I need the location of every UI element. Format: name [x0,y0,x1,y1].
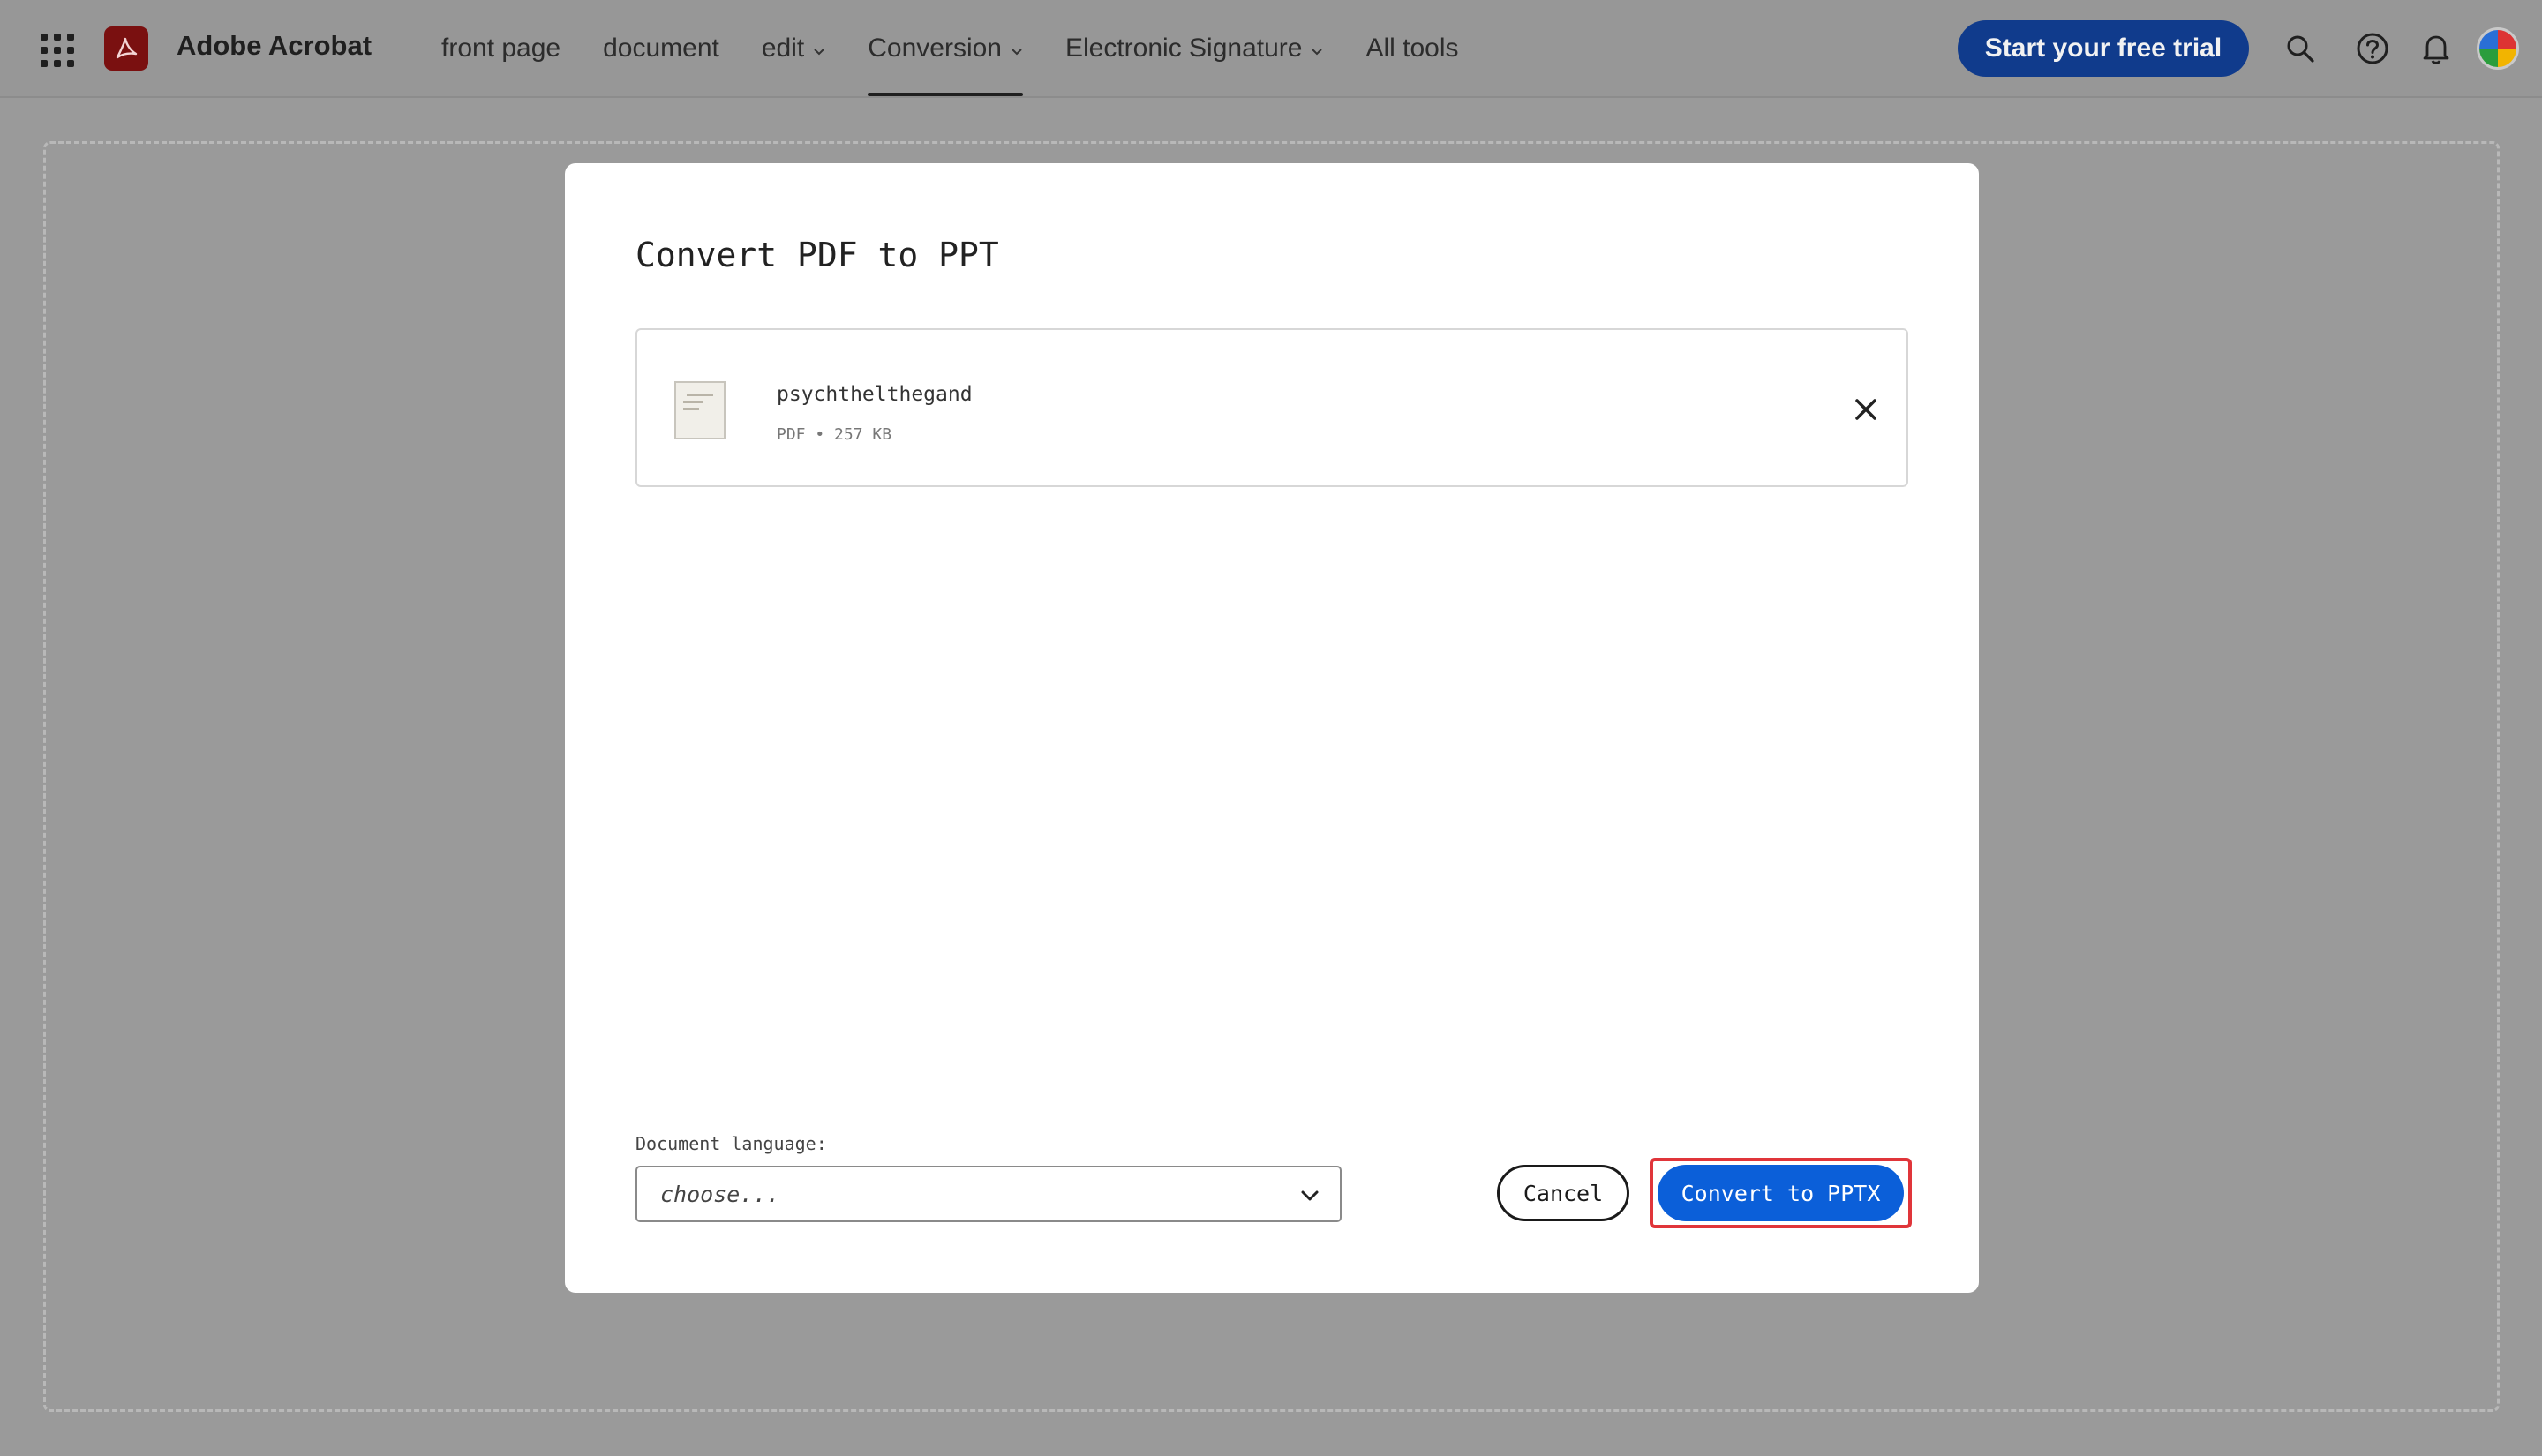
nav-edit[interactable]: edit [762,0,825,96]
nav-conversion[interactable]: Conversion [868,0,1023,96]
nav-label: edit [761,33,805,63]
nav-label: Conversion [868,33,1002,63]
file-card: psychthelthegand PDF • 257 KB [636,328,1908,487]
file-meta: PDF • 257 KB [777,425,892,444]
convert-dialog: Convert PDF to PPT psychthelthegand PDF … [565,163,1979,1293]
main-nav: front page document edit Conversion Elec… [441,0,1501,96]
convert-to-pptx-button[interactable]: Convert to PPTX [1658,1165,1904,1221]
start-free-trial-button[interactable]: Start your free trial [1958,20,2249,77]
document-language-label: Document language: [636,1133,827,1154]
nav-label: document [603,33,719,63]
acrobat-logo-icon[interactable] [104,26,148,71]
nav-document[interactable]: document [603,0,719,96]
remove-file-button[interactable] [1848,392,1884,427]
nav-all-tools[interactable]: All tools [1365,0,1458,96]
avatar[interactable] [2477,27,2519,70]
close-icon [1855,399,1876,420]
cancel-button[interactable]: Cancel [1497,1165,1629,1221]
search-icon[interactable] [2281,29,2320,68]
nav-label: front page [441,33,561,63]
file-thumbnail [674,381,726,439]
chevron-down-icon [813,34,825,64]
file-name: psychthelthegand [777,383,973,406]
brand-name[interactable]: Adobe Acrobat [177,30,372,62]
document-language-value: choose... [660,1182,780,1207]
nav-front-page[interactable]: front page [441,0,560,96]
apps-grid-icon[interactable] [41,34,74,67]
chevron-down-icon [1299,1185,1320,1210]
document-language-select[interactable]: choose... [636,1166,1342,1222]
help-icon[interactable] [2353,29,2392,68]
bell-icon[interactable] [2417,29,2456,68]
dialog-title: Convert PDF to PPT [636,236,999,274]
nav-label: Electronic Signature [1064,33,1303,63]
chevron-down-icon [1011,34,1023,64]
chevron-down-icon [1311,34,1323,64]
nav-label: All tools [1365,33,1459,63]
nav-electronic-signature[interactable]: Electronic Signature [1065,0,1323,96]
top-bar: Adobe Acrobat front page document edit C… [0,0,2542,98]
